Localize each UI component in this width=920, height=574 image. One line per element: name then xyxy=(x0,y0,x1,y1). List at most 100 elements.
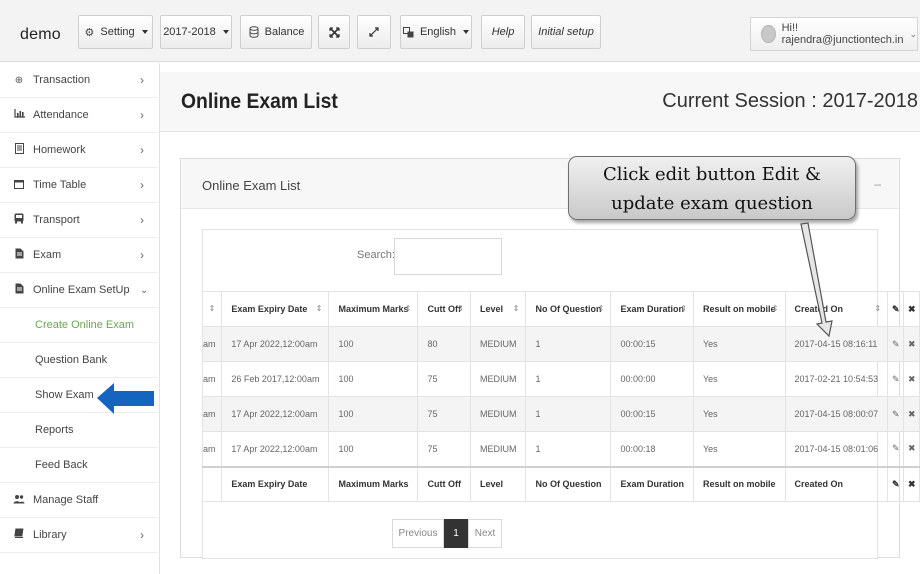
pagination: Previous 1 Next xyxy=(392,519,502,548)
expand-icon xyxy=(368,26,380,38)
delete-button[interactable]: ✖ xyxy=(903,396,920,432)
initial-setup-button[interactable]: Initial setup xyxy=(531,15,601,49)
edit-icon: ✎ xyxy=(891,373,900,384)
user-menu[interactable]: Hi!! rajendra@junctiontech.in ⌄ xyxy=(750,17,918,51)
sidebar-item-attendance[interactable]: Attendance › xyxy=(0,98,158,133)
calendar-icon xyxy=(13,179,25,192)
column-header-edit: ✎ xyxy=(887,291,905,327)
user-label: Hi!! rajendra@junctiontech.in xyxy=(781,22,904,46)
search-input[interactable] xyxy=(394,238,502,275)
sidebar-item-library[interactable]: Library › xyxy=(0,518,158,553)
delete-icon: ✖ xyxy=(907,338,916,349)
edit-button[interactable]: ✎ xyxy=(887,361,905,397)
shuffle-button[interactable] xyxy=(318,15,350,49)
chevron-right-icon: › xyxy=(140,178,144,192)
caret-down-icon xyxy=(141,30,148,34)
annotation-line-1: Click edit button Edit & xyxy=(602,164,821,185)
sidebar-subitem-feed-back[interactable]: Feed Back xyxy=(0,448,158,483)
gear-icon: ⚙ xyxy=(84,26,95,39)
sidebar-subitem-show-exam[interactable]: Show Exam xyxy=(0,378,158,413)
sidebar-item-transport[interactable]: Transport › xyxy=(0,203,158,238)
shuffle-icon xyxy=(328,26,340,38)
sidebar-item-transaction[interactable]: ⊕ Transaction › xyxy=(0,63,158,98)
chevron-right-icon: › xyxy=(140,213,144,227)
language-label: English xyxy=(419,26,457,38)
sort-icon: ⇕ xyxy=(597,304,605,313)
delete-button[interactable]: ✖ xyxy=(903,361,920,397)
session-dropdown[interactable]: 2017-2018 xyxy=(160,15,232,49)
minimize-icon[interactable]: – xyxy=(874,177,881,191)
sidebar-item-homework[interactable]: Homework › xyxy=(0,133,158,168)
sort-icon: ⇕ xyxy=(315,304,323,313)
column-header-level[interactable]: Level ⇕ xyxy=(469,291,527,327)
avatar xyxy=(761,25,776,43)
setting-dropdown[interactable]: ⚙ Setting xyxy=(78,15,153,49)
delete-icon: ✖ xyxy=(907,303,916,314)
sidebar-item-label: Transport xyxy=(33,214,80,226)
column-header-hidden[interactable]: ⇕ xyxy=(201,291,223,327)
annotation-callout: Click edit button Edit & update exam que… xyxy=(568,156,856,220)
sidebar-subitem-create-online-exam[interactable]: Create Online Exam xyxy=(0,308,158,343)
next-page-button[interactable]: Next xyxy=(468,519,502,548)
current-session: Current Session : 2017-2018 xyxy=(662,90,918,112)
bus-icon xyxy=(13,213,25,227)
edit-button[interactable]: ✎ xyxy=(887,326,905,362)
column-header-cutoff[interactable]: Cutt Off ⇕ xyxy=(417,291,471,327)
page-title: Online Exam List xyxy=(181,90,338,113)
sidebar-item-online-exam-setup[interactable]: Online Exam SetUp ⌄ xyxy=(0,273,158,308)
delete-button[interactable]: ✖ xyxy=(903,326,920,362)
sort-icon: ⇕ xyxy=(404,304,412,313)
sidebar-subitem-question-bank[interactable]: Question Bank xyxy=(0,343,158,378)
sidebar-item-label: Library xyxy=(33,529,67,541)
sidebar-item-label: Feed Back xyxy=(35,459,88,471)
delete-icon: ✖ xyxy=(907,478,916,489)
sidebar-subitem-reports[interactable]: Reports xyxy=(0,413,158,448)
column-header-max-marks[interactable]: Maximum Marks ⇕ xyxy=(328,291,419,327)
sort-icon: ⇕ xyxy=(208,304,216,313)
sidebar-item-label: Reports xyxy=(35,424,74,436)
column-header-duration[interactable]: Exam Duration ⇕ xyxy=(610,291,694,327)
sidebar-item-label: Show Exam xyxy=(35,389,94,401)
sidebar-item-time-table[interactable]: Time Table › xyxy=(0,168,158,203)
file-icon xyxy=(13,248,25,262)
sidebar-item-manage-staff[interactable]: Manage Staff xyxy=(0,483,158,518)
database-icon xyxy=(248,26,260,38)
table-row: am 17 Apr 2022,12:00am 100 75 MEDIUM 1 0… xyxy=(201,431,920,467)
setting-label: Setting xyxy=(100,26,135,38)
annotation-line-2: update exam question xyxy=(611,193,813,214)
sidebar-item-label: Transaction xyxy=(33,74,91,86)
column-header-questions[interactable]: No Of Question ⇕ xyxy=(525,291,612,327)
balance-button[interactable]: Balance xyxy=(240,15,312,49)
sidebar-item-label: Attendance xyxy=(33,109,89,121)
book-icon xyxy=(13,528,25,542)
delete-button[interactable]: ✖ xyxy=(903,431,920,467)
table-row: am 26 Feb 2017,12:00am 100 75 MEDIUM 1 0… xyxy=(201,361,920,397)
chevron-right-icon: › xyxy=(140,528,144,542)
translate-icon xyxy=(403,26,415,38)
edit-button[interactable]: ✎ xyxy=(887,396,905,432)
chevron-right-icon: › xyxy=(140,143,144,157)
edit-button[interactable]: ✎ xyxy=(887,431,905,467)
sidebar-item-label: Manage Staff xyxy=(33,494,99,506)
search-label: Search: xyxy=(357,249,395,261)
page-1-button[interactable]: 1 xyxy=(444,519,468,548)
column-header-expiry[interactable]: Exam Expiry Date ⇕ xyxy=(221,291,330,327)
chevron-right-icon: › xyxy=(140,248,144,262)
sidebar-item-exam[interactable]: Exam › xyxy=(0,238,158,273)
chevron-right-icon: › xyxy=(140,108,144,122)
top-navbar: demo ⚙ Setting 2017-2018 Balance English… xyxy=(0,0,920,62)
previous-page-button[interactable]: Previous xyxy=(392,519,444,548)
page-header: Online Exam List Current Session : 2017-… xyxy=(160,72,920,132)
sort-icon: ⇕ xyxy=(512,304,520,313)
language-dropdown[interactable]: English xyxy=(400,15,472,49)
sort-icon: ⇕ xyxy=(874,304,882,313)
file-icon xyxy=(13,283,25,297)
fullscreen-button[interactable] xyxy=(357,15,391,49)
brand-logo[interactable]: demo xyxy=(20,26,61,44)
chevron-right-icon: › xyxy=(140,73,144,87)
edit-icon: ✎ xyxy=(891,338,900,349)
help-button[interactable]: Help xyxy=(481,15,525,49)
column-header-result-mobile[interactable]: Result on mobile ⇕ xyxy=(693,291,786,327)
sidebar-item-label: Online Exam SetUp xyxy=(33,284,130,296)
column-header-created-on[interactable]: Created On ⇕ xyxy=(784,291,889,327)
